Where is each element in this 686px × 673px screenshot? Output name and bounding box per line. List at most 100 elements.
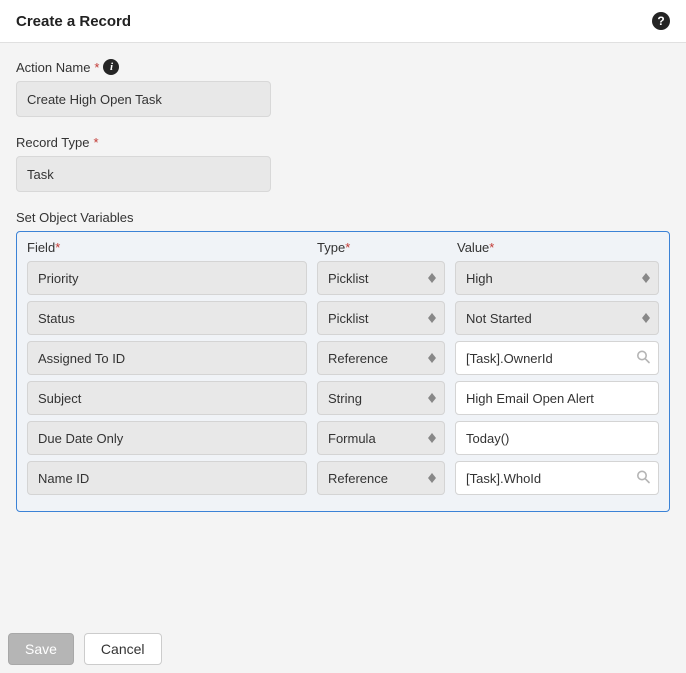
type-select[interactable]: Formula (317, 421, 445, 455)
field-select[interactable]: Subject (27, 381, 307, 415)
variable-row: Assigned To ID Reference [Task].OwnerId (27, 341, 659, 375)
required-marker: * (94, 60, 99, 75)
value-cell: [Task].WhoId (455, 461, 659, 495)
col-header-type-text: Type (317, 240, 345, 255)
field-select-value: Status (38, 311, 75, 326)
variable-row: Subject String High Email Open Alert (27, 381, 659, 415)
variable-row: Priority Picklist High (27, 261, 659, 295)
variable-row: Status Picklist Not Started (27, 301, 659, 335)
required-marker: * (93, 135, 98, 150)
field-select-value: Due Date Only (38, 431, 123, 446)
sort-arrows-icon (428, 473, 436, 483)
variables-panel: Field* Type* Value* PriorityPicklistHigh… (16, 231, 670, 512)
record-type-label-text: Record Type (16, 135, 89, 150)
col-header-value-text: Value (457, 240, 489, 255)
field-cell: Priority (27, 261, 307, 295)
info-icon[interactable]: i (103, 59, 119, 75)
required-marker: * (489, 240, 494, 255)
field-select-value: Assigned To ID (38, 351, 125, 366)
value-text: [Task].WhoId (466, 471, 541, 486)
required-marker: * (55, 240, 60, 255)
sort-arrows-icon (428, 273, 436, 283)
type-cell: Picklist (317, 261, 445, 295)
field-select[interactable]: Priority (27, 261, 307, 295)
field-cell: Name ID (27, 461, 307, 495)
type-select[interactable]: String (317, 381, 445, 415)
sort-arrows-icon (642, 313, 650, 323)
action-name-input[interactable] (16, 81, 271, 117)
variables-section-label: Set Object Variables (16, 210, 670, 225)
value-text: Not Started (466, 311, 532, 326)
value-lookup[interactable]: [Task].WhoId (455, 461, 659, 495)
col-header-field: Field* (27, 240, 317, 255)
value-cell: High Email Open Alert (455, 381, 659, 415)
help-icon[interactable]: ? (652, 12, 670, 30)
value-cell: Not Started (455, 301, 659, 335)
field-select-value: Subject (38, 391, 81, 406)
type-select-value: Picklist (328, 311, 368, 326)
value-input[interactable]: Today() (455, 421, 659, 455)
type-select-value: String (328, 391, 362, 406)
field-select[interactable]: Name ID (27, 461, 307, 495)
record-type-group: Record Type * (16, 135, 670, 192)
type-cell: String (317, 381, 445, 415)
variable-row: Due Date Only Formula Today() (27, 421, 659, 455)
field-select[interactable]: Status (27, 301, 307, 335)
field-cell: Due Date Only (27, 421, 307, 455)
sort-arrows-icon (428, 353, 436, 363)
type-select-value: Picklist (328, 271, 368, 286)
field-cell: Status (27, 301, 307, 335)
value-cell: [Task].OwnerId (455, 341, 659, 375)
type-cell: Picklist (317, 301, 445, 335)
required-marker: * (345, 240, 350, 255)
sort-arrows-icon (428, 433, 436, 443)
col-header-field-text: Field (27, 240, 55, 255)
value-text: High (466, 271, 493, 286)
action-name-label-text: Action Name (16, 60, 90, 75)
sort-arrows-icon (428, 313, 436, 323)
search-icon (636, 350, 650, 367)
page-header: Create a Record ? (0, 0, 686, 43)
action-name-label: Action Name * i (16, 59, 670, 75)
type-select[interactable]: Reference (317, 461, 445, 495)
type-select[interactable]: Picklist (317, 301, 445, 335)
type-select-value: Formula (328, 431, 376, 446)
form-content: Action Name * i Record Type * Set Object… (0, 43, 686, 528)
col-header-type: Type* (317, 240, 457, 255)
variable-row: Name ID Reference [Task].WhoId (27, 461, 659, 495)
variables-header: Field* Type* Value* (17, 232, 669, 261)
page-title: Create a Record (16, 13, 131, 30)
value-input[interactable]: High Email Open Alert (455, 381, 659, 415)
value-cell: Today() (455, 421, 659, 455)
value-text: [Task].OwnerId (466, 351, 553, 366)
cancel-button[interactable]: Cancel (84, 633, 162, 665)
type-cell: Reference (317, 341, 445, 375)
field-cell: Assigned To ID (27, 341, 307, 375)
sort-arrows-icon (428, 393, 436, 403)
field-cell: Subject (27, 381, 307, 415)
value-cell: High (455, 261, 659, 295)
type-cell: Reference (317, 461, 445, 495)
type-cell: Formula (317, 421, 445, 455)
action-name-group: Action Name * i (16, 59, 670, 117)
value-text: Today() (466, 431, 509, 446)
field-select[interactable]: Due Date Only (27, 421, 307, 455)
search-icon (636, 470, 650, 487)
variables-body: Priority Picklist High Status Picklist Not St… (17, 261, 669, 511)
field-select-value: Name ID (38, 471, 89, 486)
record-type-label: Record Type * (16, 135, 670, 150)
save-button[interactable]: Save (8, 633, 74, 665)
type-select-value: Reference (328, 471, 388, 486)
value-lookup[interactable]: [Task].OwnerId (455, 341, 659, 375)
footer-actions: Save Cancel (8, 633, 162, 665)
value-select[interactable]: High (455, 261, 659, 295)
sort-arrows-icon (642, 273, 650, 283)
field-select-value: Priority (38, 271, 78, 286)
col-header-value: Value* (457, 240, 659, 255)
value-text: High Email Open Alert (466, 391, 594, 406)
value-select[interactable]: Not Started (455, 301, 659, 335)
field-select[interactable]: Assigned To ID (27, 341, 307, 375)
record-type-input[interactable] (16, 156, 271, 192)
type-select[interactable]: Picklist (317, 261, 445, 295)
type-select[interactable]: Reference (317, 341, 445, 375)
